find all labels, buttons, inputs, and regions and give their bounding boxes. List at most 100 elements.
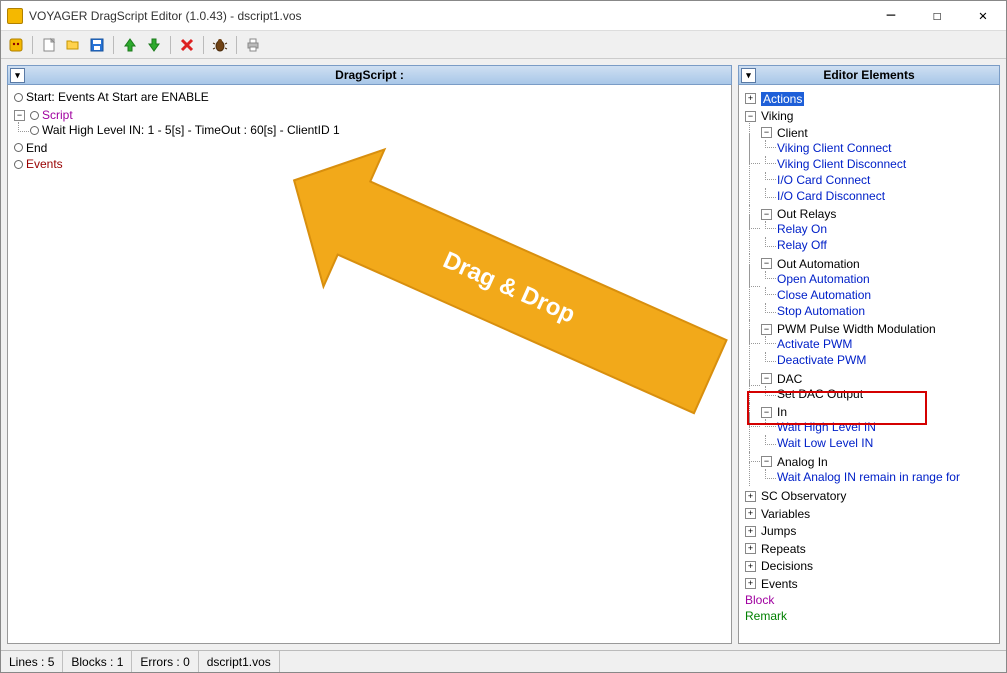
elements-wait-high[interactable]: Wait High Level IN [777,420,876,434]
node-label: In [777,405,787,419]
expand-toggle[interactable]: + [745,526,756,537]
elements-stop-auto[interactable]: Stop Automation [777,304,865,318]
debug-button[interactable] [209,34,231,56]
elements-open-auto[interactable]: Open Automation [777,272,870,286]
dragscript-panel-header: ▾ DragScript : [7,65,732,85]
node-icon [14,160,23,169]
elements-decisions[interactable]: + Decisions [745,559,813,573]
node-label: Actions [761,92,804,106]
maximize-button[interactable]: ☐ [914,1,960,31]
elements-io-disconnect[interactable]: I/O Card Disconnect [777,189,885,203]
script-node-events[interactable]: Events [14,157,63,171]
node-icon [14,143,23,152]
elements-analog-in[interactable]: − Analog In [761,455,828,469]
status-blocks: Blocks : 1 [63,651,132,672]
collapse-toggle[interactable]: − [761,324,772,335]
elements-pwm[interactable]: − PWM Pulse Width Modulation [761,322,936,336]
elements-activate-pwm[interactable]: Activate PWM [777,337,852,351]
elements-events[interactable]: +Events [745,577,798,591]
node-label: Start: Events At Start are ENABLE [26,90,209,104]
elements-wait-analog[interactable]: Wait Analog IN remain in range for [777,470,960,484]
minimize-button[interactable]: ─ [868,1,914,31]
collapse-toggle[interactable]: − [761,209,772,220]
collapse-toggle[interactable]: − [761,407,772,418]
collapse-toggle[interactable]: − [761,258,772,269]
elements-out-automation[interactable]: − Out Automation [761,257,860,271]
dragscript-tree[interactable]: Start: Events At Start are ENABLE − Scri… [7,85,732,644]
elements-deactivate-pwm[interactable]: Deactivate PWM [777,353,866,367]
node-label: SC Observatory [761,489,846,503]
elements-wait-low[interactable]: Wait Low Level IN [777,436,873,450]
node-label: Deactivate PWM [777,353,866,367]
elements-in[interactable]: − In [761,405,787,419]
open-button[interactable] [62,34,84,56]
elements-block[interactable]: Block [745,593,774,607]
elements-client-connect[interactable]: Viking Client Connect [777,141,892,155]
elements-io-connect[interactable]: I/O Card Connect [777,173,870,187]
statusbar: Lines : 5 Blocks : 1 Errors : 0 dscript1… [1,650,1006,672]
collapse-button[interactable]: ▾ [741,68,756,83]
expand-toggle[interactable]: + [745,578,756,589]
elements-remark[interactable]: Remark [745,609,787,623]
move-down-button[interactable] [143,34,165,56]
collapse-button[interactable]: ▾ [10,68,25,83]
elements-out-relays[interactable]: − Out Relays [761,207,836,221]
node-label: DAC [777,372,802,386]
node-label: Close Automation [777,288,871,302]
elements-variables[interactable]: + Variables [745,507,810,521]
elements-viking[interactable]: − Viking [745,109,793,123]
elements-repeats[interactable]: +Repeats [745,542,806,556]
move-up-button[interactable] [119,34,141,56]
close-button[interactable]: ✕ [960,1,1006,31]
elements-dac[interactable]: − DAC [761,372,802,386]
script-node-start[interactable]: Start: Events At Start are ENABLE [14,90,209,104]
elements-close-auto[interactable]: Close Automation [777,288,871,302]
node-icon [14,93,23,102]
elements-relay-off[interactable]: Relay Off [777,238,827,252]
collapse-toggle[interactable]: − [14,110,25,121]
elements-actions[interactable]: + Actions [745,92,804,106]
node-label: Relay On [777,222,827,236]
status-file: dscript1.vos [199,651,280,672]
delete-button[interactable] [176,34,198,56]
script-node-wait[interactable]: Wait High Level IN: 1 - 5[s] - TimeOut :… [30,123,340,137]
elements-sc-observatory[interactable]: + SC Observatory [745,489,846,503]
node-label: Variables [761,507,810,521]
elements-panel-header: ▾ Editor Elements [738,65,1000,85]
expand-toggle[interactable]: + [745,491,756,502]
node-label: Events [26,157,63,171]
script-node-end[interactable]: End [14,141,47,155]
expand-toggle[interactable]: + [745,543,756,554]
node-label: Viking Client Connect [777,141,892,155]
panel-title: DragScript : [335,68,404,82]
save-button[interactable] [86,34,108,56]
elements-relay-on[interactable]: Relay On [777,222,827,236]
node-label: Block [745,593,774,607]
app-menu-button[interactable] [5,34,27,56]
new-button[interactable] [38,34,60,56]
elements-tree[interactable]: + Actions − Viking − [738,85,1000,644]
status-errors: Errors : 0 [132,651,198,672]
elements-set-dac[interactable]: Set DAC Output [777,387,863,401]
script-node-script[interactable]: − Script [14,108,73,122]
collapse-toggle[interactable]: − [761,456,772,467]
expand-toggle[interactable]: + [745,93,756,104]
toolbar-separator [236,36,237,54]
node-label: Open Automation [777,272,870,286]
node-icon [30,126,39,135]
toolbar-separator [32,36,33,54]
collapse-toggle[interactable]: − [761,127,772,138]
collapse-toggle[interactable]: − [745,111,756,122]
collapse-toggle[interactable]: − [761,373,772,384]
print-button[interactable] [242,34,264,56]
elements-client[interactable]: − Client [761,126,808,140]
node-label: Decisions [761,559,813,573]
expand-toggle[interactable]: + [745,561,756,572]
elements-client-disconnect[interactable]: Viking Client Disconnect [777,157,906,171]
dragscript-panel: ▾ DragScript : Start: Events At Start ar… [7,65,732,644]
node-label: Wait High Level IN [777,420,876,434]
node-label: I/O Card Disconnect [777,189,885,203]
toolbar-separator [203,36,204,54]
elements-jumps[interactable]: +Jumps [745,524,796,538]
expand-toggle[interactable]: + [745,508,756,519]
